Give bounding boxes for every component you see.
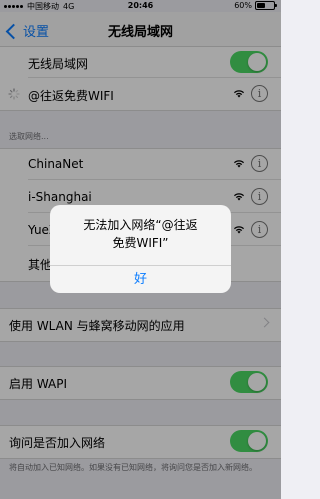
- alert-message-line-2: 免费WIFI”: [112, 236, 169, 250]
- alert-dialog: 无法加入网络“@往返 免费WIFI” 好: [50, 205, 231, 293]
- alert-message: 无法加入网络“@往返 免费WIFI”: [58, 216, 223, 252]
- alert-ok-button[interactable]: 好: [50, 266, 231, 293]
- alert-message-line-1: 无法加入网络“@往返: [83, 218, 198, 232]
